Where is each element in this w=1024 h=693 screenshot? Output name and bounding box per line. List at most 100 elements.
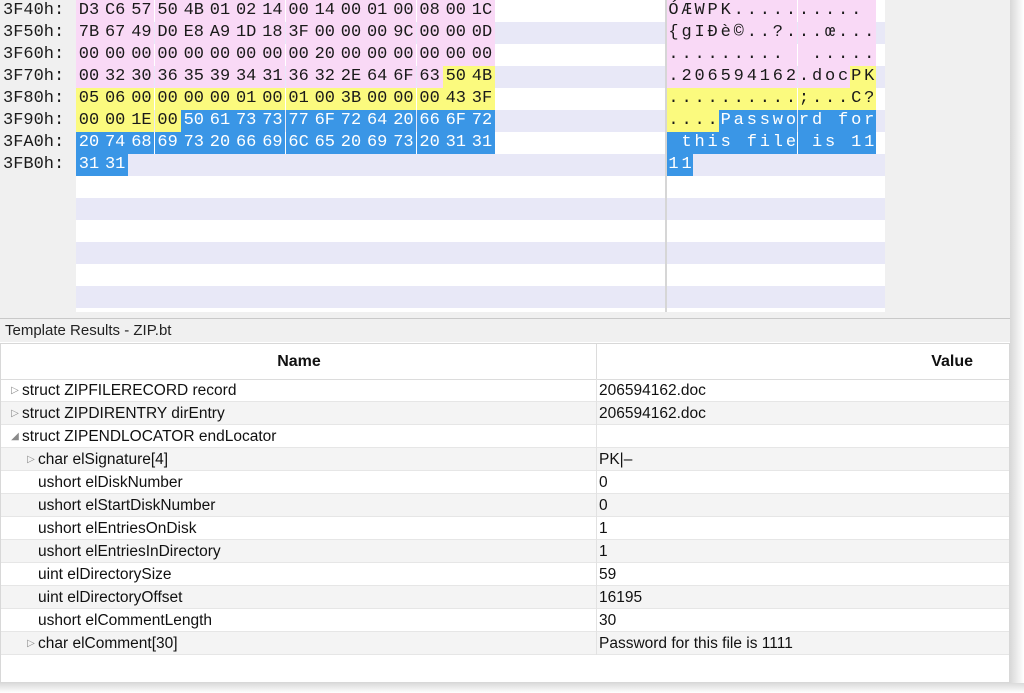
ascii-char[interactable]: . (823, 44, 837, 66)
ascii-char[interactable] (667, 132, 680, 154)
hex-byte[interactable]: 00 (390, 88, 417, 110)
hex-byte[interactable]: 01 (364, 0, 391, 22)
hex-byte[interactable]: 4B (469, 66, 495, 88)
ascii-char[interactable]: . (771, 44, 785, 66)
hex-byte[interactable]: 31 (102, 154, 129, 176)
hex-byte[interactable]: 73 (233, 110, 260, 132)
ascii-char[interactable] (732, 132, 746, 154)
hex-byte[interactable]: 50 (154, 0, 181, 22)
ascii-char[interactable]: . (810, 0, 824, 22)
result-row[interactable]: ushort elStartDiskNumber 0 (1, 494, 1009, 517)
hex-byte[interactable]: 00 (233, 44, 260, 66)
hex-byte[interactable]: 00 (102, 110, 129, 132)
ascii-char[interactable]: K (719, 0, 733, 22)
hex-byte[interactable]: 72 (469, 110, 495, 132)
hex-byte[interactable]: 00 (390, 44, 417, 66)
ascii-char[interactable]: . (693, 88, 707, 110)
hex-byte[interactable]: 00 (442, 0, 469, 22)
result-row[interactable]: ▷ struct ZIPDIRENTRY dirEntry 206594162.do… (1, 402, 1009, 425)
ascii-char[interactable]: . (680, 88, 694, 110)
result-row[interactable]: ushort elEntriesInDirectory 1 (1, 540, 1009, 563)
ascii-char[interactable]: C (849, 88, 863, 110)
ascii-char[interactable]: Ð (706, 22, 720, 44)
ascii-char[interactable]: c (836, 66, 850, 88)
ascii-char[interactable]: t (680, 132, 694, 154)
ascii-char[interactable]: h (693, 132, 707, 154)
ascii-char[interactable]: 1 (758, 66, 772, 88)
result-row[interactable]: uint elDirectoryOffset 16195 (1, 586, 1009, 609)
ascii-char[interactable]: 6 (706, 66, 720, 88)
hex-byte[interactable]: 00 (154, 88, 181, 110)
ascii-char[interactable]: è (719, 22, 733, 44)
ascii-char[interactable]: . (797, 22, 811, 44)
ascii-char[interactable]: . (719, 44, 733, 66)
ascii-char[interactable]: o (849, 110, 863, 132)
ascii-char[interactable]: 6 (771, 66, 785, 88)
hex-byte[interactable]: 57 (128, 0, 155, 22)
hex-byte[interactable]: 39 (207, 66, 233, 88)
hex-byte[interactable]: 3F (285, 22, 312, 44)
hex-byte[interactable]: 64 (364, 66, 391, 88)
ascii-char[interactable]: Æ (680, 0, 694, 22)
hex-byte[interactable]: 00 (416, 44, 443, 66)
ascii-char[interactable]: . (758, 88, 772, 110)
ascii-char[interactable]: . (849, 22, 863, 44)
ascii-char[interactable]: s (823, 132, 837, 154)
ascii-char[interactable]: © (732, 22, 746, 44)
ascii-char[interactable] (823, 110, 837, 132)
ascii-char[interactable]: ? (862, 88, 876, 110)
hex-byte[interactable]: 73 (390, 132, 417, 154)
ascii-char[interactable]: . (745, 0, 759, 22)
hex-byte[interactable]: E8 (180, 22, 207, 44)
ascii-char[interactable]: ? (771, 22, 785, 44)
result-row[interactable]: ◢ struct ZIPENDLOCATOR endLocator (1, 425, 1009, 448)
result-row[interactable]: ushort elDiskNumber 0 (1, 471, 1009, 494)
ascii-char[interactable]: o (784, 110, 798, 132)
hex-byte[interactable]: 00 (180, 44, 207, 66)
ascii-char[interactable]: i (706, 132, 720, 154)
hex-byte[interactable]: 66 (233, 132, 260, 154)
hex-byte[interactable]: 00 (311, 88, 338, 110)
hex-byte[interactable]: 63 (416, 66, 443, 88)
result-row[interactable]: ▷ char elSignature[4] PK|– (1, 448, 1009, 471)
hex-byte[interactable]: 31 (469, 132, 495, 154)
hex-byte[interactable]: 20 (416, 132, 443, 154)
ascii-char[interactable]: . (706, 44, 720, 66)
ascii-char[interactable]: o (823, 66, 837, 88)
ascii-char[interactable]: . (732, 44, 746, 66)
ascii-char[interactable]: . (758, 0, 772, 22)
column-header-name[interactable]: Name (1, 344, 597, 379)
ascii-char[interactable]: . (745, 44, 759, 66)
ascii-char[interactable]: a (732, 110, 746, 132)
ascii-char[interactable]: f (745, 132, 759, 154)
ascii-char[interactable]: . (667, 44, 680, 66)
ascii-text-pane[interactable]: Ó Æ W P K..........{g I Ðè ©..?... œ............… (667, 0, 885, 312)
hex-bytes-pane[interactable]: D3 C6 57 50 4B 01 02 14 00 14 00 01 00 08 00 1C 7B 67 49 D0… (76, 0, 665, 312)
ascii-char[interactable]: . (680, 110, 694, 132)
ascii-char[interactable]: . (836, 44, 850, 66)
result-row[interactable]: ushort elEntriesOnDisk 1 (1, 517, 1009, 540)
hex-byte[interactable]: 00 (364, 44, 391, 66)
ascii-char[interactable]: i (758, 132, 772, 154)
hex-byte[interactable]: 35 (180, 66, 207, 88)
collapse-triangle-icon[interactable]: ◢ (9, 425, 21, 448)
hex-byte[interactable]: 20 (390, 110, 417, 132)
hex-byte[interactable]: 1D (233, 22, 260, 44)
hex-byte[interactable]: 6F (390, 66, 417, 88)
hex-byte[interactable]: 00 (390, 0, 417, 22)
ascii-char[interactable]: w (771, 110, 785, 132)
hex-byte[interactable]: 20 (338, 132, 364, 154)
ascii-char[interactable]: . (784, 22, 798, 44)
hex-byte[interactable]: 00 (154, 110, 181, 132)
hex-byte[interactable]: 50 (442, 66, 469, 88)
ascii-char[interactable]: . (810, 22, 824, 44)
hex-byte[interactable]: 00 (102, 44, 129, 66)
expand-triangle-icon[interactable]: ▷ (9, 379, 21, 402)
hex-byte[interactable]: 00 (364, 88, 391, 110)
ascii-char[interactable]: . (706, 88, 720, 110)
ascii-char[interactable]: . (810, 44, 824, 66)
ascii-char[interactable]: . (693, 44, 707, 66)
ascii-char[interactable]: 5 (719, 66, 733, 88)
hex-byte[interactable]: 72 (338, 110, 364, 132)
ascii-char[interactable]: . (771, 88, 785, 110)
